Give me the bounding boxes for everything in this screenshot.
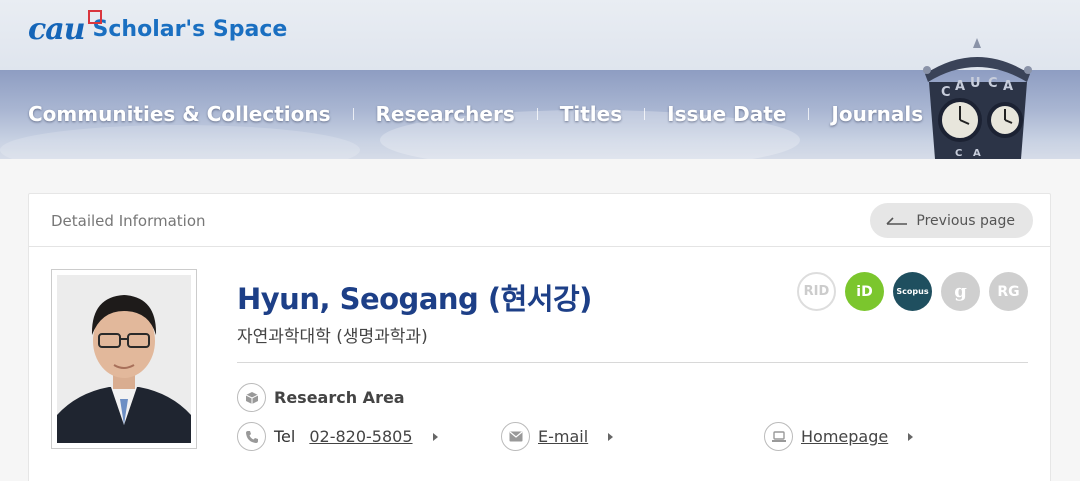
researcher-photo	[57, 275, 191, 443]
tel-label: Tel	[274, 427, 296, 446]
research-area-label: Research Area	[274, 388, 405, 407]
nav-divider	[352, 108, 354, 120]
phone-icon	[237, 422, 266, 451]
nav-divider	[644, 108, 646, 120]
previous-page-button[interactable]: Previous page	[870, 203, 1033, 238]
scopus-icon[interactable]: Scopus	[893, 272, 932, 311]
logo-red-square	[88, 10, 102, 24]
svg-text:C: C	[955, 148, 962, 159]
orcid-icon[interactable]: iD	[845, 272, 884, 311]
svg-text:U: U	[970, 76, 981, 91]
researcher-department: 자연과학대학 (생명과학과)	[237, 327, 428, 347]
google-scholar-icon[interactable]: g	[941, 272, 980, 311]
divider	[237, 362, 1028, 363]
caret-right-icon	[908, 432, 914, 441]
cau-logo-mark: cau	[28, 10, 102, 47]
svg-text:C: C	[988, 76, 998, 91]
previous-page-label: Previous page	[916, 212, 1015, 229]
researcher-detail-card: Detailed Information Previous page Hyun,…	[28, 193, 1051, 481]
svg-text:C: C	[941, 85, 951, 100]
nav-issue-date[interactable]: Issue Date	[667, 102, 786, 126]
nav-divider	[536, 108, 538, 120]
nav-titles[interactable]: Titles	[560, 102, 622, 126]
mail-icon	[501, 422, 530, 451]
svg-text:A: A	[955, 79, 965, 94]
svg-text:A: A	[1003, 79, 1013, 94]
researcherid-icon[interactable]: RID	[797, 272, 836, 311]
researcher-name: Hyun, Seogang (현서강)	[237, 282, 592, 316]
main-nav: Communities & Collections Researchers Ti…	[28, 102, 923, 126]
researcher-photo-frame	[51, 269, 197, 449]
researchgate-icon[interactable]: RG	[989, 272, 1028, 311]
card-header: Detailed Information Previous page	[29, 194, 1050, 247]
clock-tower-illustration: C A U C A C A	[923, 38, 1032, 159]
tel-row: Tel 02-820-5805	[237, 422, 438, 451]
nav-journals[interactable]: Journals	[831, 102, 923, 126]
research-area-row: Research Area	[237, 383, 405, 412]
laptop-icon	[764, 422, 793, 451]
portrait-illustration	[57, 275, 191, 443]
tel-number-link[interactable]: 02-820-5805	[309, 427, 412, 446]
cube-icon	[237, 383, 266, 412]
caret-right-icon	[432, 432, 438, 441]
homepage-row: Homepage	[764, 422, 914, 451]
nav-divider	[808, 108, 810, 120]
cloud-decoration	[0, 125, 360, 159]
nav-communities-collections[interactable]: Communities & Collections	[28, 102, 331, 126]
site-title: Scholar's Space	[92, 17, 288, 42]
caret-right-icon	[608, 432, 614, 441]
email-link[interactable]: E-mail	[538, 427, 588, 446]
svg-text:A: A	[973, 148, 981, 159]
back-arrow-icon	[886, 216, 908, 225]
card-title: Detailed Information	[51, 212, 206, 230]
site-logo[interactable]: cau Scholar's Space	[28, 10, 288, 47]
homepage-link[interactable]: Homepage	[801, 427, 888, 446]
email-row: E-mail	[501, 422, 614, 451]
researcher-id-badges: RID iD Scopus g RG	[797, 272, 1028, 311]
nav-researchers[interactable]: Researchers	[376, 102, 515, 126]
